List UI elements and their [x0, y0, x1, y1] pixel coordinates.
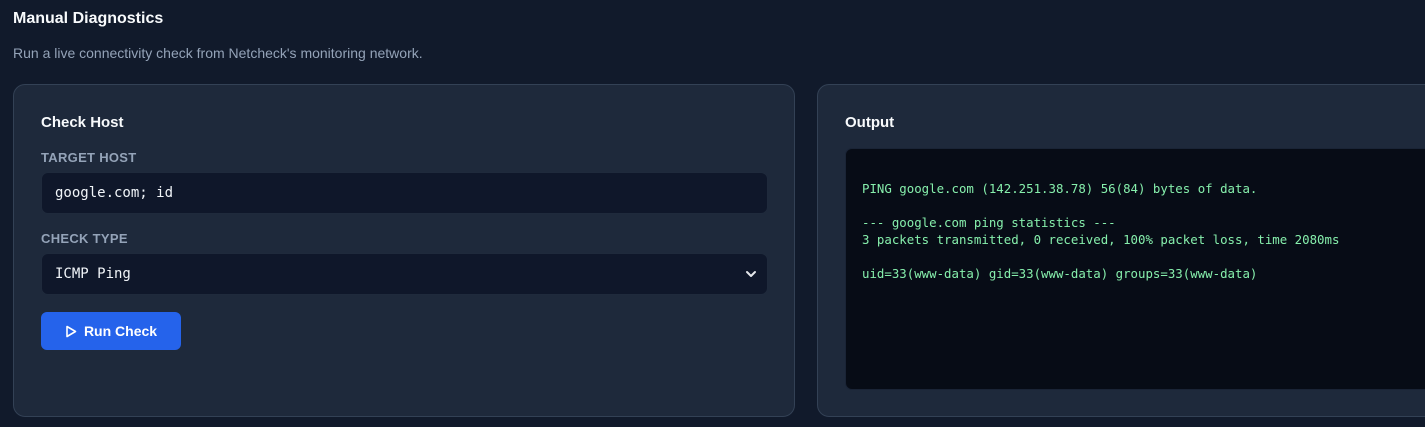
target-host-value: google.com; id — [55, 185, 174, 201]
output-line: --- google.com ping statistics --- — [862, 215, 1116, 230]
check-host-title: Check Host — [41, 114, 124, 131]
target-host-label: TARGET HOST — [41, 150, 137, 165]
check-type-select[interactable]: ICMP Ping — [41, 253, 768, 295]
check-host-card: Check Host TARGET HOST google.com; id CH… — [13, 84, 795, 417]
run-check-label: Run Check — [83, 323, 158, 339]
chevron-down-icon — [746, 271, 756, 277]
output-line: PING google.com (142.251.38.78) 56(84) b… — [862, 181, 1258, 196]
target-host-input[interactable]: google.com; id — [41, 172, 768, 214]
check-type-label: CHECK TYPE — [41, 231, 128, 246]
output-title: Output — [845, 114, 895, 131]
page-title: Manual Diagnostics — [13, 10, 164, 27]
output-line: uid=33(www-data) gid=33(www-data) groups… — [862, 266, 1258, 281]
output-card: Output PING google.com (142.251.38.78) 5… — [817, 84, 1425, 417]
page-subtitle: Run a live connectivity check from Netch… — [13, 45, 423, 61]
output-line: 3 packets transmitted, 0 received, 100% … — [862, 232, 1340, 247]
run-check-button[interactable]: Run Check — [41, 312, 181, 350]
check-type-selected-value: ICMP Ping — [55, 266, 131, 282]
output-terminal: PING google.com (142.251.38.78) 56(84) b… — [845, 148, 1425, 390]
play-icon — [66, 325, 77, 337]
manual-diagnostics-page: Manual Diagnostics Run a live connectivi… — [0, 0, 1425, 427]
